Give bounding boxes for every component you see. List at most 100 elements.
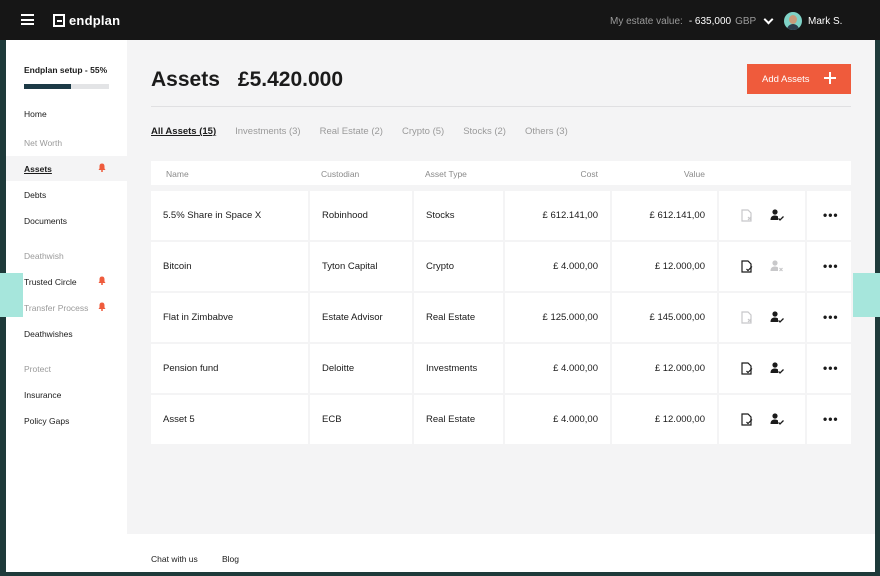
page-title: Assets £5.420.000: [151, 68, 343, 92]
table-row[interactable]: Bitcoin Tyton Capital Crypto £ 4.000,00 £ 12…: [151, 242, 851, 291]
person-missing-icon[interactable]: [770, 259, 784, 273]
document-check-icon[interactable]: [741, 413, 753, 426]
asset-custodian: Deloitte: [322, 363, 355, 374]
tab-others[interactable]: Others (3): [525, 126, 568, 137]
brand-name: endplan: [69, 13, 121, 28]
table-row[interactable]: Pension fund Deloitte Investments £ 4.000,0…: [151, 344, 851, 393]
right-side-tab[interactable]: [853, 273, 880, 317]
avatar[interactable]: [784, 12, 802, 30]
setup-progress-label: Endplan setup - 55%: [24, 65, 108, 75]
chevron-down-icon: [763, 14, 774, 25]
menu-icon[interactable]: [21, 14, 34, 25]
cell-status: [719, 395, 805, 444]
asset-custodian: Tyton Capital: [322, 261, 378, 272]
cell-actions: •••: [807, 293, 851, 342]
column-header-asset-type[interactable]: Asset Type: [425, 169, 467, 179]
tab-real-estate[interactable]: Real Estate (2): [320, 126, 383, 137]
column-header-cost[interactable]: Cost: [581, 169, 598, 179]
cell-custodian: Robinhood: [310, 191, 412, 240]
sidebar-item-trusted-circle[interactable]: Trusted Circle: [24, 277, 77, 287]
asset-value: £ 12.000,00: [654, 363, 705, 374]
tab-investments[interactable]: Investments (3): [235, 126, 300, 137]
sidebar-item-home[interactable]: Home: [24, 109, 47, 119]
table-row[interactable]: 5.5% Share in Space X Robinhood Stocks £ 61…: [151, 191, 851, 240]
tab-crypto[interactable]: Crypto (5): [402, 126, 444, 137]
page-title-text: Assets: [151, 68, 220, 91]
asset-custodian: ECB: [322, 414, 342, 425]
add-assets-button[interactable]: Add Assets: [747, 64, 851, 94]
more-options-icon[interactable]: •••: [823, 208, 839, 222]
setup-progress-bar: [24, 84, 109, 89]
setup-progress-fill: [24, 84, 71, 89]
cell-custodian: Estate Advisor: [310, 293, 412, 342]
cell-asset-type: Crypto: [414, 242, 503, 291]
cell-name: Bitcoin: [151, 242, 308, 291]
person-check-icon[interactable]: [770, 361, 784, 375]
cell-cost: £ 125.000,00: [505, 293, 610, 342]
cell-actions: •••: [807, 395, 851, 444]
sidebar-item-policy-gaps[interactable]: Policy Gaps: [24, 416, 69, 426]
sidebar-item-transfer-process[interactable]: Transfer Process: [24, 303, 88, 313]
asset-cost: £ 125.000,00: [542, 312, 598, 323]
more-options-icon[interactable]: •••: [823, 412, 839, 426]
person-check-icon[interactable]: [770, 412, 784, 426]
top-bar: endplan My estate value: - 635,000 GBP M…: [0, 0, 880, 40]
asset-type: Real Estate: [426, 414, 476, 425]
sidebar-section-net-worth: Net Worth: [24, 138, 63, 148]
sidebar-item-deathwishes[interactable]: Deathwishes: [24, 329, 73, 339]
asset-type: Investments: [426, 363, 478, 374]
left-side-tab[interactable]: [0, 273, 23, 317]
cell-asset-type: Investments: [414, 344, 503, 393]
asset-name: Bitcoin: [163, 261, 192, 272]
asset-custodian: Estate Advisor: [322, 312, 383, 323]
more-options-icon[interactable]: •••: [823, 259, 839, 273]
sidebar: Endplan setup - 55% Home Net Worth Asset…: [6, 40, 127, 534]
column-header-value[interactable]: Value: [684, 169, 705, 179]
sidebar-item-insurance[interactable]: Insurance: [24, 390, 61, 400]
document-missing-icon[interactable]: [741, 209, 753, 222]
bell-icon: [98, 302, 106, 311]
cell-asset-type: Real Estate: [414, 293, 503, 342]
cell-custodian: Tyton Capital: [310, 242, 412, 291]
bell-icon: [98, 276, 106, 285]
table-row[interactable]: Asset 5 ECB Real Estate £ 4.000,00 £ 12.000,…: [151, 395, 851, 444]
add-assets-label: Add Assets: [762, 73, 810, 85]
document-check-icon[interactable]: [741, 260, 753, 273]
tab-all-assets[interactable]: All Assets (15): [151, 126, 216, 137]
column-header-name[interactable]: Name: [166, 169, 189, 179]
person-check-icon[interactable]: [770, 208, 784, 222]
blog-link[interactable]: Blog: [222, 554, 239, 564]
sidebar-item-debts[interactable]: Debts: [24, 190, 46, 200]
cell-cost: £ 612.141,00: [505, 191, 610, 240]
cell-actions: •••: [807, 191, 851, 240]
more-options-icon[interactable]: •••: [823, 361, 839, 375]
cell-value: £ 612.141,00: [612, 191, 717, 240]
cell-name: Flat in Zimbabve: [151, 293, 308, 342]
asset-name: Flat in Zimbabve: [163, 312, 234, 323]
estate-value-dropdown[interactable]: My estate value: - 635,000 GBP: [610, 14, 774, 27]
asset-type: Crypto: [426, 261, 454, 272]
person-check-icon[interactable]: [770, 310, 784, 324]
estate-label: My estate value:: [610, 16, 683, 27]
footer: Chat with us Blog: [6, 534, 875, 572]
cell-actions: •••: [807, 344, 851, 393]
document-missing-icon[interactable]: [741, 311, 753, 324]
cell-status: [719, 191, 805, 240]
cell-asset-type: Stocks: [414, 191, 503, 240]
asset-filter-tabs: All Assets (15) Investments (3) Real Est…: [151, 126, 587, 137]
sidebar-item-assets[interactable]: Assets: [24, 164, 52, 174]
endplan-logo-icon: [53, 14, 65, 27]
estate-currency: GBP: [735, 16, 757, 27]
tab-stocks[interactable]: Stocks (2): [463, 126, 506, 137]
username[interactable]: Mark S.: [808, 16, 842, 27]
document-check-icon[interactable]: [741, 362, 753, 375]
logo[interactable]: endplan: [53, 13, 120, 28]
asset-cost: £ 4.000,00: [553, 363, 598, 374]
chat-with-us-link[interactable]: Chat with us: [151, 554, 198, 564]
sidebar-item-documents[interactable]: Documents: [24, 216, 67, 226]
column-header-custodian[interactable]: Custodian: [321, 169, 359, 179]
sidebar-section-protect: Protect: [24, 364, 51, 374]
asset-value: £ 12.000,00: [654, 261, 705, 272]
table-row[interactable]: Flat in Zimbabve Estate Advisor Real Estat…: [151, 293, 851, 342]
more-options-icon[interactable]: •••: [823, 310, 839, 324]
